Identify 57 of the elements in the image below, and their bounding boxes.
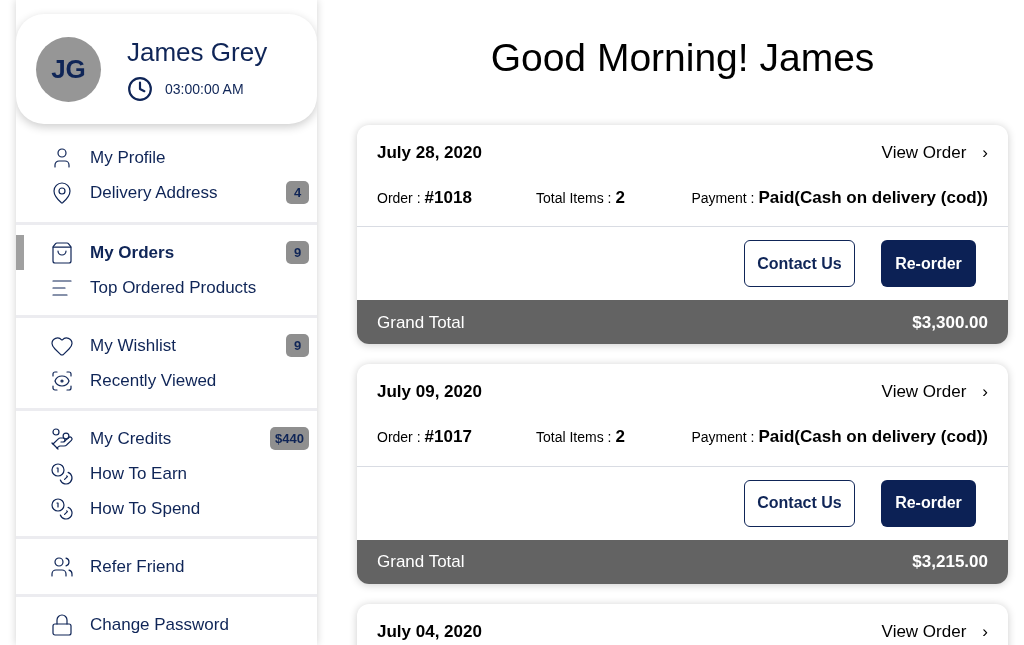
reorder-button[interactable]: Re-order	[881, 479, 976, 527]
contact-us-button[interactable]: Contact Us	[744, 240, 855, 288]
count-badge: 4	[286, 180, 309, 205]
chevron-icon: ›	[982, 142, 988, 163]
coins-icon	[50, 461, 74, 486]
order-label: Order :	[377, 428, 421, 448]
time-text: 03:00:00 AM	[165, 79, 244, 99]
eye-magnifier-icon	[50, 368, 74, 393]
grand-total-value: $3,300.00	[912, 311, 988, 334]
order-date: July 09, 2020	[377, 381, 482, 404]
people-icon	[50, 554, 74, 579]
items-count: 2	[615, 426, 625, 449]
grand-total-value: $3,215.00	[912, 551, 988, 574]
view-order-link[interactable]: View Order ›	[881, 619, 988, 644]
sidebar-item[interactable]: Top Ordered Products	[16, 270, 317, 305]
items-count: 2	[615, 186, 625, 209]
sidebar-item[interactable]: How To Spend	[16, 491, 317, 526]
contact-us-button[interactable]: Contact Us	[744, 479, 855, 527]
lock-icon	[50, 612, 74, 637]
map-pin-icon	[50, 180, 74, 205]
avatar: JG	[36, 36, 101, 102]
order-label: Order :	[377, 188, 421, 208]
view-order-link[interactable]: View Order ›	[881, 140, 988, 165]
payment-label: Payment :	[691, 188, 755, 208]
payment-value: Paid(Cash on delivery (cod))	[758, 186, 988, 209]
payment-label: Payment :	[691, 428, 755, 448]
shopping-bag-icon	[50, 240, 74, 265]
greeting-title: Good Morning! James	[490, 38, 875, 81]
view-order-link[interactable]: View Order ›	[881, 380, 988, 405]
coins-icon	[50, 496, 74, 521]
sidebar-item[interactable]: Refer Friend	[16, 549, 317, 584]
sidebar-item[interactable]: Recently Viewed	[16, 363, 317, 398]
clock-icon	[127, 76, 153, 103]
sidebar-item[interactable]: Delivery Address 4	[16, 175, 317, 210]
payment-value: Paid(Cash on delivery (cod))	[758, 426, 988, 449]
grand-total-label: Grand Total	[377, 311, 465, 334]
hand-coin-icon	[50, 426, 74, 451]
sidebar-item[interactable]: My Wishlist 9	[16, 328, 317, 363]
chevron-icon: ›	[982, 621, 988, 642]
sidebar-item[interactable]: My Profile	[16, 140, 317, 175]
order-number: #1017	[424, 426, 472, 449]
items-label: Total Items :	[536, 428, 612, 448]
sidebar-item[interactable]: My Credits $440	[16, 421, 317, 456]
user-name: James Grey	[127, 35, 268, 69]
grand-total-label: Grand Total	[377, 551, 465, 574]
sidebar-item[interactable]: How To Earn	[16, 456, 317, 491]
sidebar-item[interactable]: Change Password	[16, 607, 317, 642]
sidebar-item[interactable]: My Orders 9	[16, 235, 317, 270]
count-badge: $440	[270, 426, 309, 451]
order-date: July 04, 2020	[377, 620, 482, 643]
chevron-icon: ›	[982, 382, 988, 403]
order-date: July 28, 2020	[377, 141, 482, 164]
items-label: Total Items :	[536, 188, 612, 208]
count-badge: 9	[286, 240, 309, 265]
count-badge: 9	[286, 333, 309, 358]
order-number: #1018	[424, 186, 472, 209]
reorder-button[interactable]: Re-order	[881, 240, 976, 288]
